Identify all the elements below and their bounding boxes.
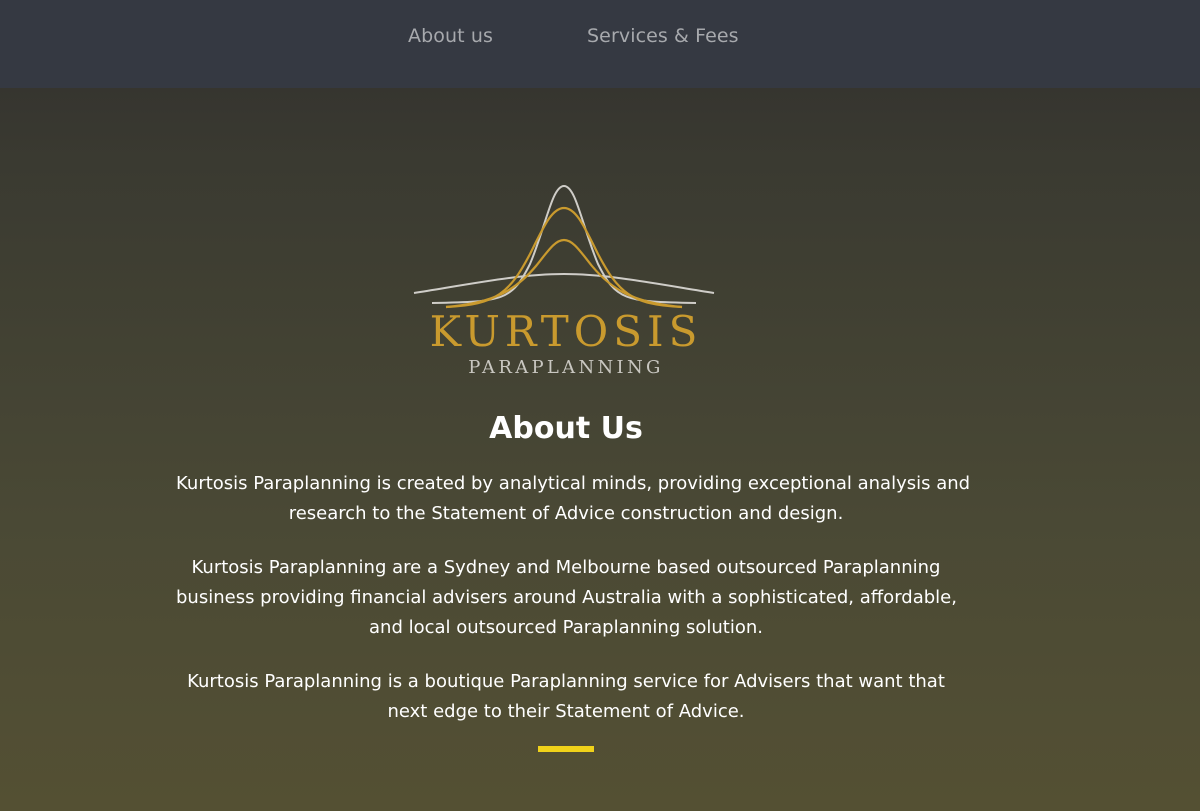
logo-subtitle: PARAPLANNING [468,357,664,378]
section-divider [538,746,594,752]
kurtosis-logo: KURTOSIS PARAPLANNING [412,182,720,382]
bell-curves-logo-icon [413,184,715,309]
paragraph-line: Kurtosis Paraplanning is created by anal… [176,473,971,494]
about-paragraph-2: Kurtosis Paraplanning are a Sydney and M… [176,553,957,643]
paragraph-line: research to the Statement of Advice cons… [288,503,844,524]
paragraph-line: Kurtosis Paraplanning are a Sydney and M… [191,557,941,578]
paragraph-line: business providing financial advisers ar… [176,587,957,608]
paragraph-line: Kurtosis Paraplanning is a boutique Para… [187,671,945,692]
paragraph-line: and local outsourced Paraplanning soluti… [369,617,763,638]
paragraph-line: next edge to their Statement of Advice. [387,701,745,722]
top-navigation-bar: About us Services & Fees [0,0,1200,88]
nav-link-about-us[interactable]: About us [408,25,493,47]
about-paragraph-1: Kurtosis Paraplanning is created by anal… [176,469,971,529]
about-paragraph-3: Kurtosis Paraplanning is a boutique Para… [176,667,956,727]
logo-wordmark: KURTOSIS [429,307,703,356]
nav-link-services-fees[interactable]: Services & Fees [587,25,739,47]
about-us-heading: About Us [489,411,643,446]
